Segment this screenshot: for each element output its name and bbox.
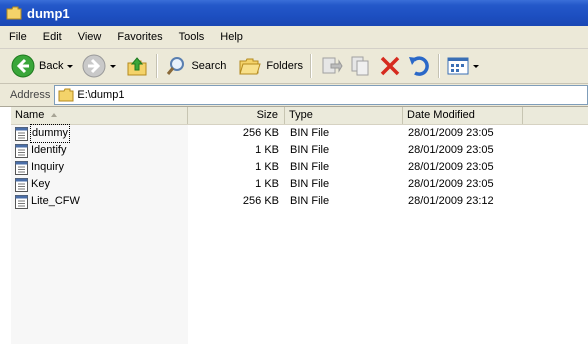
undo-icon (409, 56, 429, 76)
address-field[interactable]: E:\dump1 (54, 85, 588, 105)
menu-view[interactable]: View (70, 31, 110, 43)
toolbar-separator (310, 54, 313, 78)
file-size: 256 KB (242, 195, 279, 207)
search-button[interactable]: Search (162, 51, 229, 81)
file-date: 28/01/2009 23:05 (408, 178, 494, 190)
folder-icon (58, 88, 74, 102)
sort-ascending-icon (51, 113, 57, 117)
file-row[interactable]: dummy 256 KB BIN File 28/01/2009 23:05 (11, 124, 588, 143)
file-size: 256 KB (242, 127, 279, 139)
file-date: 28/01/2009 23:05 (408, 161, 494, 173)
column-type-label: Type (289, 109, 313, 121)
file-row[interactable]: Lite_CFW 256 KB BIN File 28/01/2009 23:1… (11, 193, 588, 210)
column-header-name[interactable]: Name (11, 107, 188, 124)
back-arrow-icon (11, 54, 35, 78)
list-header: Name Size Type Date Modified (11, 107, 588, 125)
menu-favorites[interactable]: Favorites (109, 31, 170, 43)
search-icon (167, 57, 185, 75)
undo-button[interactable] (404, 51, 434, 81)
menu-tools[interactable]: Tools (171, 31, 213, 43)
bin-file-icon (15, 160, 28, 175)
menu-file[interactable]: File (0, 31, 35, 43)
menu-bar: File Edit View Favorites Tools Help (0, 26, 588, 49)
column-header-date[interactable]: Date Modified (403, 107, 523, 124)
file-name: Lite_CFW (31, 195, 80, 207)
column-header-type[interactable]: Type (285, 107, 403, 124)
file-date: 28/01/2009 23:12 (408, 195, 494, 207)
file-name: Inquiry (31, 161, 65, 173)
copy-to-button[interactable] (346, 51, 376, 81)
file-row[interactable]: Identify 1 KB BIN File 28/01/2009 23:05 (11, 142, 588, 159)
move-to-button[interactable] (316, 51, 346, 81)
toolbar-separator (156, 54, 159, 78)
delete-button[interactable] (376, 51, 404, 81)
column-size-label: Size (256, 109, 278, 121)
forward-dropdown-icon[interactable] (110, 64, 117, 68)
file-name: Identify (31, 144, 67, 156)
file-row[interactable]: Key 1 KB BIN File 28/01/2009 23:05 (11, 176, 588, 193)
column-header-size[interactable]: Size (188, 107, 285, 124)
column-date-label: Date Modified (407, 109, 475, 121)
back-button[interactable]: Back (8, 51, 79, 81)
search-label: Search (191, 60, 227, 72)
window-title: dump1 (27, 5, 70, 21)
views-button[interactable] (444, 51, 485, 81)
file-row[interactable]: Inquiry 1 KB BIN File 28/01/2009 23:05 (11, 159, 588, 176)
views-dropdown-icon[interactable] (473, 64, 480, 68)
file-date: 28/01/2009 23:05 (408, 144, 494, 156)
folder-up-icon (127, 57, 147, 76)
back-dropdown-icon[interactable] (67, 64, 74, 68)
file-type: BIN File (290, 127, 330, 139)
folders-label: Folders (266, 60, 304, 72)
views-icon (447, 57, 469, 75)
forward-button[interactable] (79, 51, 122, 81)
file-name: dummy (29, 124, 71, 143)
up-button[interactable] (122, 51, 152, 81)
move-to-icon (322, 57, 343, 74)
file-type: BIN File (290, 144, 330, 156)
file-size: 1 KB (255, 144, 279, 156)
address-bar: Address E:\dump1 (0, 84, 588, 107)
toolbar-separator (438, 54, 441, 78)
bin-file-icon (15, 177, 28, 192)
file-size: 1 KB (255, 161, 279, 173)
menu-help[interactable]: Help (212, 31, 251, 43)
bin-file-icon (15, 126, 28, 141)
address-label: Address (10, 89, 51, 101)
folder-icon (6, 6, 22, 20)
toolbar: Back Search Folders (0, 49, 588, 84)
delete-icon (380, 56, 400, 76)
back-label: Back (39, 60, 64, 72)
copy-to-icon (351, 56, 369, 76)
file-type: BIN File (290, 161, 330, 173)
file-type: BIN File (290, 195, 330, 207)
address-value: E:\dump1 (77, 89, 125, 101)
file-list[interactable]: Name Size Type Date Modified dummy 256 K… (0, 107, 588, 344)
folders-button[interactable]: Folders (235, 51, 306, 81)
folders-icon (239, 58, 262, 75)
title-bar[interactable]: dump1 (0, 0, 588, 26)
file-date: 28/01/2009 23:05 (408, 127, 494, 139)
bin-file-icon (15, 194, 28, 209)
column-name-label: Name (15, 109, 45, 121)
menu-edit[interactable]: Edit (35, 31, 70, 43)
forward-arrow-icon (82, 54, 106, 78)
file-size: 1 KB (255, 178, 279, 190)
file-type: BIN File (290, 178, 330, 190)
bin-file-icon (15, 143, 28, 158)
file-name: Key (31, 178, 50, 190)
